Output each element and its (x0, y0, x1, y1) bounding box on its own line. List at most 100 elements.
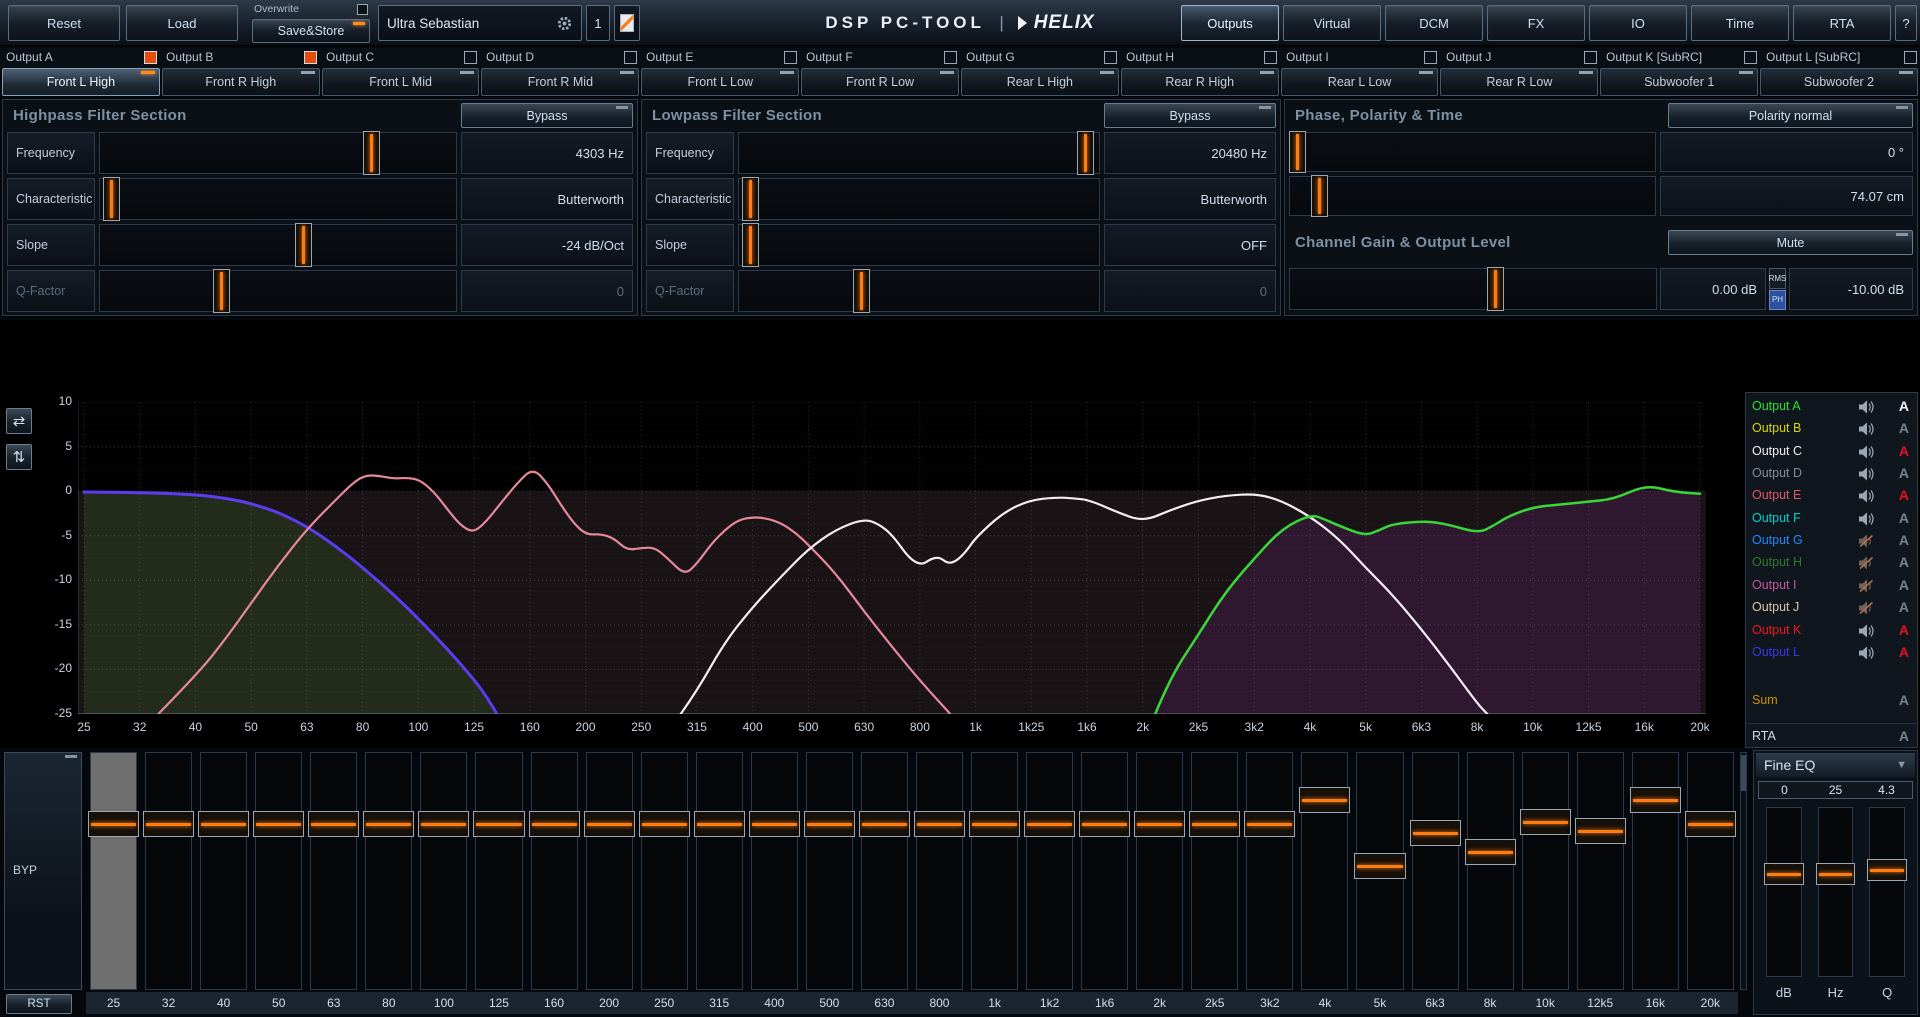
eq-slider-500[interactable] (806, 752, 853, 990)
output-checkbox-output-a[interactable] (144, 51, 157, 64)
eq-slider-handle[interactable] (914, 811, 965, 837)
highpass-characteristic-slider[interactable] (99, 178, 457, 220)
eq-slider-630[interactable] (861, 752, 908, 990)
auto-badge[interactable]: A (1899, 728, 1909, 744)
eq-slider-handle[interactable] (1520, 809, 1571, 835)
eq-slider-handle[interactable] (1079, 811, 1130, 837)
eq-slider-handle[interactable] (363, 811, 414, 837)
auto-badge[interactable]: A (1899, 465, 1909, 481)
speaker-icon[interactable] (1858, 467, 1875, 486)
eq-slider-40[interactable] (200, 752, 247, 990)
phase-slider[interactable] (1289, 132, 1656, 172)
channel-tab-front-r-mid[interactable]: Front R Mid (481, 68, 639, 96)
fine-eq-track-db[interactable] (1766, 807, 1802, 977)
eq-slider-160[interactable] (531, 752, 578, 990)
output-checkbox-output-h[interactable] (1264, 51, 1277, 64)
legend-label[interactable]: RTA (1752, 729, 1776, 743)
fine-eq-handle[interactable] (1867, 859, 1907, 881)
help-button[interactable]: ? (1895, 5, 1917, 41)
view-button-outputs[interactable]: Outputs (1181, 5, 1279, 41)
view-button-time[interactable]: Time (1691, 5, 1789, 41)
eq-slider-1k2[interactable] (1026, 752, 1073, 990)
slider-handle[interactable] (363, 131, 380, 175)
slider-handle[interactable] (1311, 175, 1328, 217)
speaker-muted-icon[interactable] (1858, 579, 1875, 598)
slider-handle[interactable] (853, 269, 870, 313)
eq-slider-handle[interactable] (198, 811, 249, 837)
eq-slider-400[interactable] (751, 752, 798, 990)
eq-slider-handle[interactable] (1410, 820, 1461, 846)
view-button-rta[interactable]: RTA (1793, 5, 1891, 41)
lowpass-slope-slider[interactable] (738, 224, 1100, 266)
speaker-icon[interactable] (1858, 422, 1875, 441)
edit-preset-button[interactable] (614, 5, 640, 41)
eq-slider-handle[interactable] (1630, 787, 1681, 813)
eq-slider-handle[interactable] (1354, 853, 1405, 879)
eq-slider-12k5[interactable] (1577, 752, 1624, 990)
eq-slider-2k[interactable] (1136, 752, 1183, 990)
mute-button[interactable]: Mute (1668, 230, 1913, 255)
speaker-muted-icon[interactable] (1858, 534, 1875, 553)
speaker-icon[interactable] (1858, 445, 1875, 464)
legend-label[interactable]: Output A (1752, 399, 1801, 413)
eq-slider-63[interactable] (310, 752, 357, 990)
frequency-response-plot[interactable] (78, 402, 1706, 714)
eq-slider-handle[interactable] (749, 811, 800, 837)
slider-handle[interactable] (103, 177, 120, 221)
auto-badge[interactable]: A (1899, 487, 1909, 503)
output-checkbox-output-e[interactable] (784, 51, 797, 64)
eq-slider-3k2[interactable] (1246, 752, 1293, 990)
auto-badge[interactable]: A (1899, 554, 1909, 570)
view-button-fx[interactable]: FX (1487, 5, 1585, 41)
ph-button[interactable]: PH (1769, 290, 1786, 311)
eq-slider-315[interactable] (696, 752, 743, 990)
eq-slider-handle[interactable] (694, 811, 745, 837)
eq-slider-10k[interactable] (1522, 752, 1569, 990)
polarity-button[interactable]: Polarity normal (1668, 103, 1913, 128)
speaker-icon[interactable] (1858, 624, 1875, 643)
output-checkbox-output-j[interactable] (1584, 51, 1597, 64)
output-checkbox-output-l-subrc[interactable] (1904, 51, 1917, 64)
eq-slider-handle[interactable] (88, 811, 139, 837)
highpass-frequency-slider[interactable] (99, 132, 457, 174)
channel-tab-rear-r-high[interactable]: Rear R High (1121, 68, 1279, 96)
load-button[interactable]: Load (126, 5, 238, 41)
slider-handle[interactable] (295, 223, 312, 267)
legend-label[interactable]: Output I (1752, 578, 1796, 592)
fine-eq-header[interactable]: Fine EQ ▼ (1756, 753, 1915, 777)
channel-tab-subwoofer-2[interactable]: Subwoofer 2 (1760, 68, 1918, 96)
channel-tab-rear-l-high[interactable]: Rear L High (961, 68, 1119, 96)
speaker-muted-icon[interactable] (1858, 556, 1875, 575)
legend-label[interactable]: Output D (1752, 466, 1802, 480)
view-button-virtual[interactable]: Virtual (1283, 5, 1381, 41)
v-zoom-button[interactable]: ⇅ (6, 444, 32, 470)
legend-label[interactable]: Output H (1752, 555, 1802, 569)
auto-badge[interactable]: A (1899, 420, 1909, 436)
channel-tab-front-l-low[interactable]: Front L Low (641, 68, 799, 96)
output-checkbox-output-i[interactable] (1424, 51, 1437, 64)
eq-slider-80[interactable] (365, 752, 412, 990)
eq-slider-handle[interactable] (969, 811, 1020, 837)
output-checkbox-output-b[interactable] (304, 51, 317, 64)
speaker-icon[interactable] (1858, 512, 1875, 531)
eq-slider-handle[interactable] (308, 811, 359, 837)
eq-reset-button[interactable]: RST (6, 994, 72, 1014)
eq-slider-200[interactable] (586, 752, 633, 990)
auto-badge[interactable]: A (1899, 644, 1909, 660)
eq-slider-handle[interactable] (1465, 839, 1516, 865)
eq-slider-20k[interactable] (1687, 752, 1734, 990)
slider-handle[interactable] (742, 177, 759, 221)
eq-slider-handle[interactable] (1244, 811, 1295, 837)
eq-slider-handle[interactable] (1189, 811, 1240, 837)
preset-name-field[interactable]: Ultra Sebastian (378, 5, 582, 41)
eq-slider-handle[interactable] (253, 811, 304, 837)
eq-slider-100[interactable] (420, 752, 467, 990)
rms-button[interactable]: RMS (1769, 268, 1786, 289)
auto-badge[interactable]: A (1899, 532, 1909, 548)
legend-label[interactable]: Output C (1752, 444, 1802, 458)
eq-slider-4k[interactable] (1301, 752, 1348, 990)
eq-slider-handle[interactable] (1299, 787, 1350, 813)
auto-badge[interactable]: A (1899, 692, 1909, 708)
lowpass-q-factor-slider[interactable] (738, 270, 1100, 312)
eq-slider-handle[interactable] (584, 811, 635, 837)
